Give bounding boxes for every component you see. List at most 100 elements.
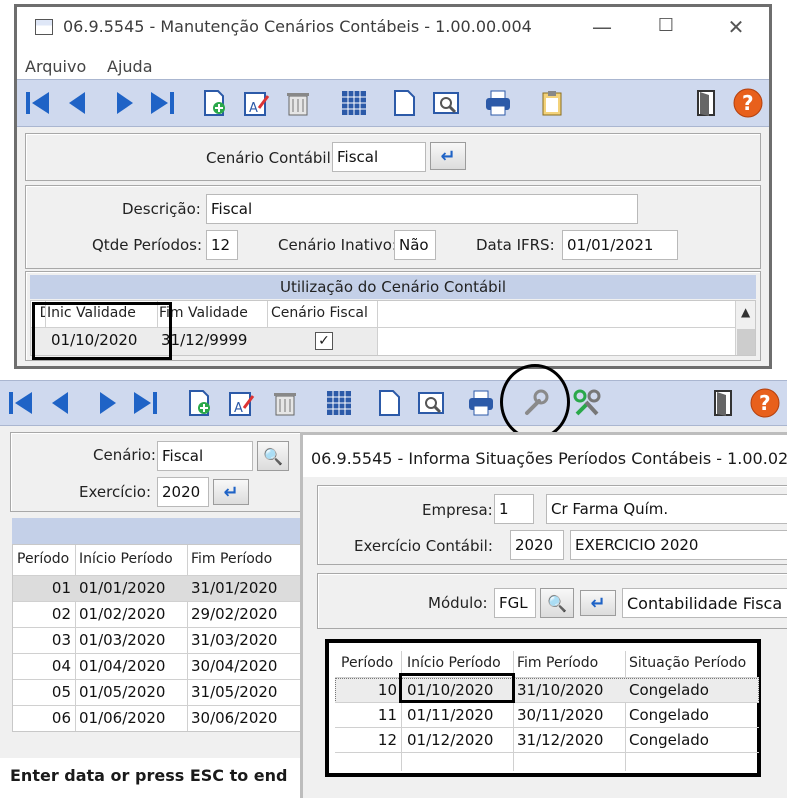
fim-periodo-cell[interactable]: 31/10/2020 bbox=[517, 681, 603, 699]
qtde-periodos-field[interactable]: 12 bbox=[206, 230, 238, 260]
close-icon[interactable]: ✕ bbox=[721, 15, 751, 39]
fim-periodo-cell[interactable]: 31/05/2020 bbox=[191, 683, 277, 701]
table-row[interactable]: 02 01/02/2020 29/02/2020 bbox=[13, 602, 307, 628]
col-header-periodo: Período bbox=[17, 551, 70, 567]
situacao-periodo-cell[interactable]: Congelado bbox=[629, 681, 709, 699]
scroll-thumb[interactable] bbox=[737, 329, 755, 355]
search-button[interactable]: 🔍 bbox=[257, 441, 289, 471]
exercicio-field[interactable]: 2020 bbox=[157, 477, 209, 507]
delete-record-icon[interactable] bbox=[268, 386, 302, 420]
table-row[interactable]: 12 01/12/2020 31/12/2020 Congelado bbox=[335, 728, 759, 753]
calendar-grid-icon[interactable] bbox=[322, 386, 356, 420]
search-button[interactable]: 🔍 bbox=[540, 588, 574, 618]
preview-icon[interactable] bbox=[429, 86, 463, 120]
vertical-scrollbar[interactable]: ▲ bbox=[735, 301, 755, 355]
situacao-periodo-cell[interactable]: Congelado bbox=[629, 731, 709, 749]
periodo-cell[interactable]: 04 bbox=[19, 657, 71, 675]
inicio-periodo-cell[interactable]: 01/02/2020 bbox=[79, 605, 165, 623]
cenario-fiscal-checkbox[interactable]: ✓ bbox=[315, 332, 333, 350]
calendar-grid-icon[interactable] bbox=[337, 86, 371, 120]
periodo-cell[interactable]: 02 bbox=[19, 605, 71, 623]
enter-arrow-icon: ↵ bbox=[223, 481, 239, 503]
enter-button[interactable]: ↵ bbox=[430, 142, 466, 170]
next-record-icon[interactable] bbox=[90, 386, 124, 420]
table-row[interactable]: 06 01/06/2020 30/06/2020 bbox=[13, 706, 307, 731]
fim-periodo-cell[interactable]: 29/02/2020 bbox=[191, 605, 277, 623]
window-situacoes-periodos: 06.9.5545 - Informa Situações Períodos C… bbox=[300, 432, 787, 798]
menu-arquivo[interactable]: Arquivo bbox=[25, 57, 86, 76]
exercicio-contabil-field[interactable]: 2020 bbox=[510, 530, 564, 560]
periodo-cell[interactable]: 05 bbox=[19, 683, 71, 701]
maximize-icon[interactable]: ☐ bbox=[651, 15, 681, 36]
next-record-icon[interactable] bbox=[107, 86, 141, 120]
edit-record-icon[interactable]: A bbox=[224, 386, 258, 420]
exit-door-icon[interactable] bbox=[706, 386, 740, 420]
last-record-icon[interactable] bbox=[128, 386, 162, 420]
modulo-field[interactable]: FGL bbox=[494, 588, 536, 618]
situacao-periodo-cell[interactable]: Congelado bbox=[629, 706, 709, 724]
exit-door-icon[interactable] bbox=[689, 86, 723, 120]
minimize-icon[interactable]: — bbox=[587, 15, 617, 39]
table-row[interactable]: 01 01/01/2020 31/01/2020 bbox=[13, 576, 307, 602]
table-row[interactable]: 05 01/05/2020 31/05/2020 bbox=[13, 680, 307, 706]
help-icon[interactable]: ? bbox=[731, 86, 765, 120]
help-icon[interactable]: ? bbox=[748, 386, 782, 420]
table-row[interactable]: 11 01/11/2020 30/11/2020 Congelado bbox=[335, 703, 759, 728]
previous-record-icon[interactable] bbox=[44, 386, 78, 420]
descricao-field[interactable]: Fiscal bbox=[206, 194, 638, 224]
last-record-icon[interactable] bbox=[145, 86, 179, 120]
periodo-cell[interactable]: 03 bbox=[19, 631, 71, 649]
fim-periodo-cell[interactable]: 30/11/2020 bbox=[517, 706, 603, 724]
inicio-periodo-cell[interactable]: 01/11/2020 bbox=[407, 706, 493, 724]
periodo-cell[interactable]: 12 bbox=[341, 731, 397, 749]
table-row[interactable]: 03 01/03/2020 31/03/2020 bbox=[13, 628, 307, 654]
blank-document-icon[interactable] bbox=[387, 86, 421, 120]
inicio-periodo-cell[interactable]: 01/03/2020 bbox=[79, 631, 165, 649]
empresa-code-field[interactable]: 1 bbox=[494, 494, 534, 524]
periodos-grid: Período Início Período Fim Período 01 01/… bbox=[12, 544, 308, 732]
first-record-icon[interactable] bbox=[21, 86, 55, 120]
inicio-periodo-cell[interactable]: 01/05/2020 bbox=[79, 683, 165, 701]
periodo-cell[interactable]: 10 bbox=[341, 681, 397, 699]
cenario-contabil-field[interactable]: Fiscal bbox=[332, 142, 426, 172]
inicio-periodo-cell[interactable]: 01/01/2020 bbox=[79, 579, 165, 597]
inicio-periodo-cell[interactable]: 01/12/2020 bbox=[407, 731, 493, 749]
blank-document-icon[interactable] bbox=[372, 386, 406, 420]
new-record-icon[interactable] bbox=[182, 386, 216, 420]
cenario-inativo-field[interactable]: Não bbox=[394, 230, 436, 260]
table-row[interactable]: 04 01/04/2020 30/04/2020 bbox=[13, 654, 307, 680]
periodo-cell[interactable]: 01 bbox=[19, 579, 71, 597]
first-record-icon[interactable] bbox=[4, 386, 38, 420]
new-record-icon[interactable] bbox=[197, 86, 231, 120]
clipboard-icon[interactable] bbox=[535, 86, 569, 120]
title-bar[interactable]: 06.9.5545 - Manutenção Cenários Contábei… bbox=[17, 7, 769, 47]
cenario-inativo-label: Cenário Inativo: bbox=[278, 236, 397, 254]
inicio-periodo-cell[interactable]: 01/06/2020 bbox=[79, 709, 165, 727]
fim-periodo-cell[interactable]: 30/04/2020 bbox=[191, 657, 277, 675]
preview-icon[interactable] bbox=[414, 386, 448, 420]
periodo-cell[interactable]: 06 bbox=[19, 709, 71, 727]
highlight-box bbox=[399, 673, 515, 703]
fim-periodo-cell[interactable]: 31/12/2020 bbox=[517, 731, 603, 749]
previous-record-icon[interactable] bbox=[61, 86, 95, 120]
data-ifrs-field[interactable]: 01/01/2021 bbox=[562, 230, 678, 260]
periodo-cell[interactable]: 11 bbox=[341, 706, 397, 724]
fim-periodo-cell[interactable]: 31/03/2020 bbox=[191, 631, 277, 649]
title-bar-2[interactable]: 06.9.5545 - Informa Situações Períodos C… bbox=[303, 435, 787, 477]
cenario-field[interactable]: Fiscal bbox=[157, 441, 253, 471]
enter-button[interactable]: ↵ bbox=[580, 590, 616, 616]
print-icon[interactable] bbox=[464, 386, 498, 420]
delete-record-icon[interactable] bbox=[281, 86, 315, 120]
enter-button[interactable]: ↵ bbox=[213, 479, 249, 505]
fim-periodo-cell[interactable]: 31/01/2020 bbox=[191, 579, 277, 597]
fim-periodo-cell[interactable]: 30/06/2020 bbox=[191, 709, 277, 727]
edit-record-icon[interactable]: A bbox=[239, 86, 273, 120]
print-icon[interactable] bbox=[481, 86, 515, 120]
svg-text:?: ? bbox=[759, 391, 771, 415]
fim-validade-cell[interactable]: 31/12/9999 bbox=[161, 331, 247, 349]
tools-icon[interactable] bbox=[570, 386, 604, 420]
scroll-up-icon[interactable]: ▲ bbox=[741, 305, 750, 319]
status-bar: Enter data or press ESC to end bbox=[0, 758, 310, 798]
menu-ajuda[interactable]: Ajuda bbox=[107, 57, 153, 76]
inicio-periodo-cell[interactable]: 01/04/2020 bbox=[79, 657, 165, 675]
